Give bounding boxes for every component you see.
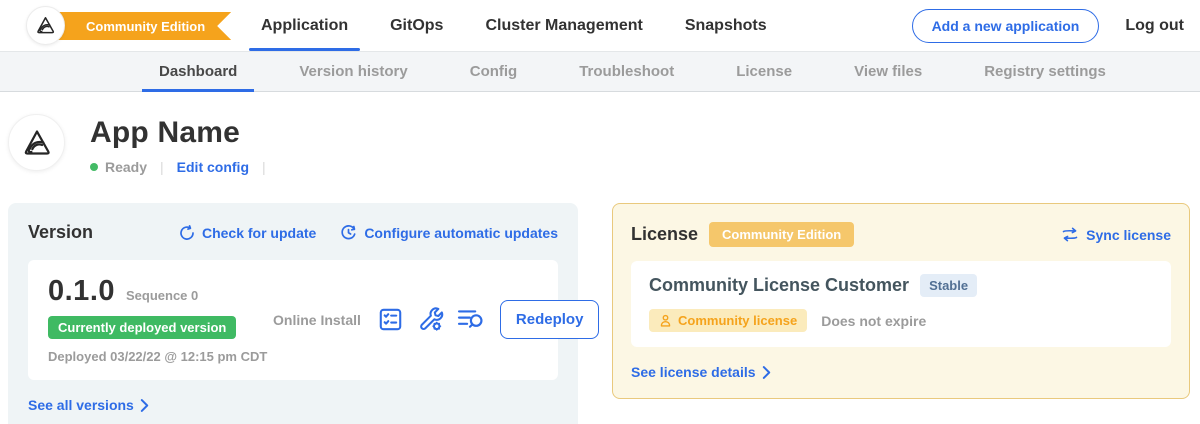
version-info: 0.1.0 Sequence 0 Currently deployed vers… — [48, 275, 273, 364]
top-nav-gitops[interactable]: GitOps — [369, 0, 464, 51]
tab-license[interactable]: License — [705, 52, 823, 91]
see-license-details-link[interactable]: See license details — [631, 364, 1171, 380]
tab-version-history[interactable]: Version history — [268, 52, 438, 91]
add-application-button[interactable]: Add a new application — [912, 9, 1100, 43]
configure-automatic-updates-link[interactable]: Configure automatic updates — [340, 224, 558, 241]
channel-badge: Stable — [920, 274, 977, 297]
replicated-logo-badge — [26, 6, 65, 45]
deployed-timestamp: Deployed 03/22/22 @ 12:15 pm CDT — [48, 349, 273, 364]
top-nav-snapshots[interactable]: Snapshots — [664, 0, 788, 51]
tab-troubleshoot[interactable]: Troubleshoot — [548, 52, 705, 91]
logout-button[interactable]: Log out — [1125, 17, 1184, 35]
edit-config-link[interactable]: Edit config — [177, 159, 249, 175]
license-card: License Community Edition Sync license C… — [612, 203, 1190, 399]
dashboard-cards: Version Check for update Configure au — [0, 203, 1200, 424]
top-nav-application[interactable]: Application — [240, 0, 369, 51]
top-nav-bar: Community Edition Application GitOps Clu… — [0, 0, 1200, 51]
replicated-logo-icon — [34, 14, 57, 37]
link-label: Configure automatic updates — [364, 225, 558, 241]
tab-registry-settings[interactable]: Registry settings — [953, 52, 1137, 91]
license-details-panel: Community License Customer Stable Commun… — [631, 261, 1171, 347]
license-meta-row: Community license Does not expire — [649, 309, 1153, 332]
tab-label: Dashboard — [159, 63, 237, 80]
top-nav-label: Application — [261, 17, 348, 35]
link-label: See license details — [631, 364, 756, 380]
link-label: Check for update — [202, 225, 316, 241]
version-card: Version Check for update Configure au — [8, 203, 578, 424]
version-actions: Online Install — [273, 300, 599, 339]
tab-label: Version history — [299, 63, 407, 80]
link-label: Sync license — [1086, 227, 1171, 243]
divider: | — [160, 159, 164, 175]
status-badge: Ready — [105, 159, 147, 175]
tab-view-files[interactable]: View files — [823, 52, 953, 91]
current-version-panel: 0.1.0 Sequence 0 Currently deployed vers… — [28, 260, 558, 380]
sync-arrows-icon — [1061, 227, 1079, 242]
tab-label: Config — [470, 63, 517, 80]
tab-label: License — [736, 63, 792, 80]
chevron-right-icon — [140, 399, 149, 412]
preflight-checklist-icon[interactable] — [377, 306, 404, 333]
tab-label: Troubleshoot — [579, 63, 674, 80]
license-card-header: License Community Edition Sync license — [631, 222, 1171, 247]
tab-config[interactable]: Config — [439, 52, 548, 91]
version-card-header: Version Check for update Configure au — [28, 222, 558, 243]
version-card-title: Version — [28, 222, 93, 243]
brand-badge: Community Edition — [14, 0, 220, 51]
check-for-update-link[interactable]: Check for update — [179, 224, 316, 241]
app-header: App Name Ready | Edit config | — [0, 92, 1200, 175]
sync-license-link[interactable]: Sync license — [1061, 227, 1171, 243]
install-type-label: Online Install — [273, 312, 361, 328]
expiry-text: Does not expire — [821, 313, 926, 329]
ready-status-dot — [90, 163, 98, 171]
view-diff-icon[interactable] — [457, 306, 484, 333]
community-edition-badge: Community Edition — [709, 222, 854, 247]
app-status-row: Ready | Edit config | — [90, 159, 279, 175]
refresh-icon — [179, 225, 195, 241]
top-nav-items: Application GitOps Cluster Management Sn… — [240, 0, 788, 51]
customer-name: Community License Customer — [649, 275, 909, 296]
config-wrench-icon[interactable] — [417, 306, 444, 333]
version-number: 0.1.0 — [48, 275, 115, 308]
sub-nav-bar: Dashboard Version history Config Trouble… — [0, 51, 1200, 92]
page-title: App Name — [90, 116, 279, 150]
license-type-badge: Community license — [649, 309, 807, 332]
top-nav-label: GitOps — [390, 17, 443, 35]
edition-ribbon-label: Community Edition — [86, 19, 205, 34]
tab-dashboard[interactable]: Dashboard — [128, 52, 268, 91]
chevron-right-icon — [762, 366, 771, 379]
tab-label: Registry settings — [984, 63, 1106, 80]
badge-label: Community license — [678, 313, 797, 328]
version-card-links: Check for update Configure automatic upd… — [179, 224, 558, 241]
sequence-label: Sequence 0 — [126, 288, 198, 303]
top-nav-right: Add a new application Log out — [912, 9, 1184, 43]
divider: | — [262, 159, 266, 175]
community-edition-ribbon: Community Edition — [44, 12, 231, 40]
link-label: See all versions — [28, 397, 134, 413]
top-nav-label: Snapshots — [685, 17, 767, 35]
redeploy-button[interactable]: Redeploy — [500, 300, 600, 339]
top-nav-label: Cluster Management — [485, 17, 642, 35]
auto-update-clock-icon — [340, 224, 357, 241]
currently-deployed-badge: Currently deployed version — [48, 316, 236, 339]
tab-label: View files — [854, 63, 922, 80]
app-header-text: App Name Ready | Edit config | — [90, 114, 279, 175]
replicated-logo-icon — [20, 126, 54, 160]
app-icon — [8, 114, 65, 171]
person-icon — [659, 314, 672, 328]
see-all-versions-link[interactable]: See all versions — [28, 397, 558, 413]
top-nav-cluster-management[interactable]: Cluster Management — [464, 0, 663, 51]
license-card-title: License — [631, 224, 698, 245]
customer-row: Community License Customer Stable — [649, 274, 1153, 297]
